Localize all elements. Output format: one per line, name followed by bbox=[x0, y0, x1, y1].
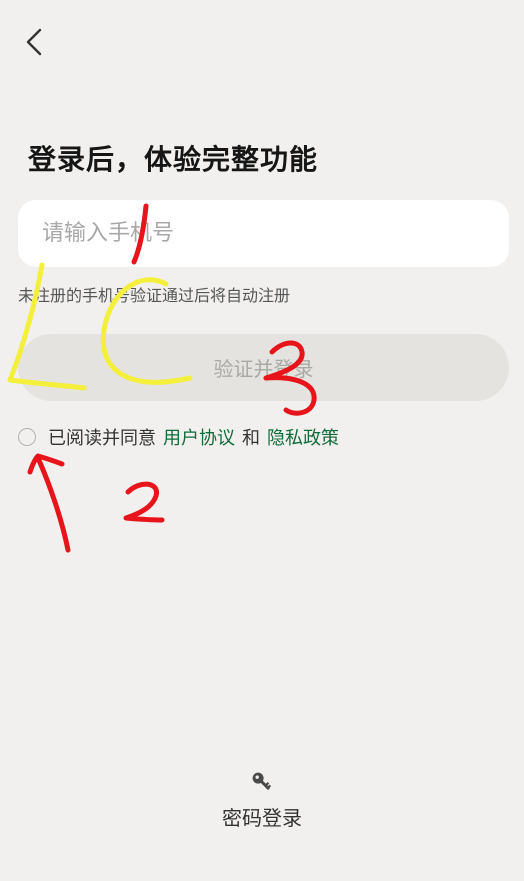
key-icon bbox=[252, 772, 272, 791]
verify-login-button[interactable]: 验证并登录 bbox=[18, 334, 509, 401]
phone-field[interactable] bbox=[18, 200, 509, 267]
phone-input[interactable] bbox=[42, 200, 485, 267]
password-login-button[interactable]: 密码登录 bbox=[0, 770, 524, 831]
back-button[interactable] bbox=[18, 24, 54, 60]
agreement-radio[interactable] bbox=[18, 428, 36, 446]
agreement-and: 和 bbox=[242, 428, 260, 449]
agreement-prefix: 已阅读并同意 bbox=[48, 428, 156, 449]
chevron-left-icon bbox=[26, 28, 42, 56]
annotation-red-2 bbox=[123, 481, 165, 523]
password-login-label: 密码登录 bbox=[222, 806, 302, 830]
annotation-red-arrow bbox=[27, 453, 71, 553]
privacy-policy-link[interactable]: 隐私政策 bbox=[267, 424, 339, 450]
auto-register-hint: 未注册的手机号验证通过后将自动注册 bbox=[18, 286, 291, 305]
user-agreement-link[interactable]: 用户协议 bbox=[163, 424, 235, 450]
agreement-row: 已阅读并同意 用户协议 和 隐私政策 bbox=[18, 424, 339, 450]
login-screen: 登录后，体验完整功能 未注册的手机号验证通过后将自动注册 验证并登录 已阅读并同… bbox=[0, 0, 524, 881]
page-title: 登录后，体验完整功能 bbox=[28, 143, 319, 176]
